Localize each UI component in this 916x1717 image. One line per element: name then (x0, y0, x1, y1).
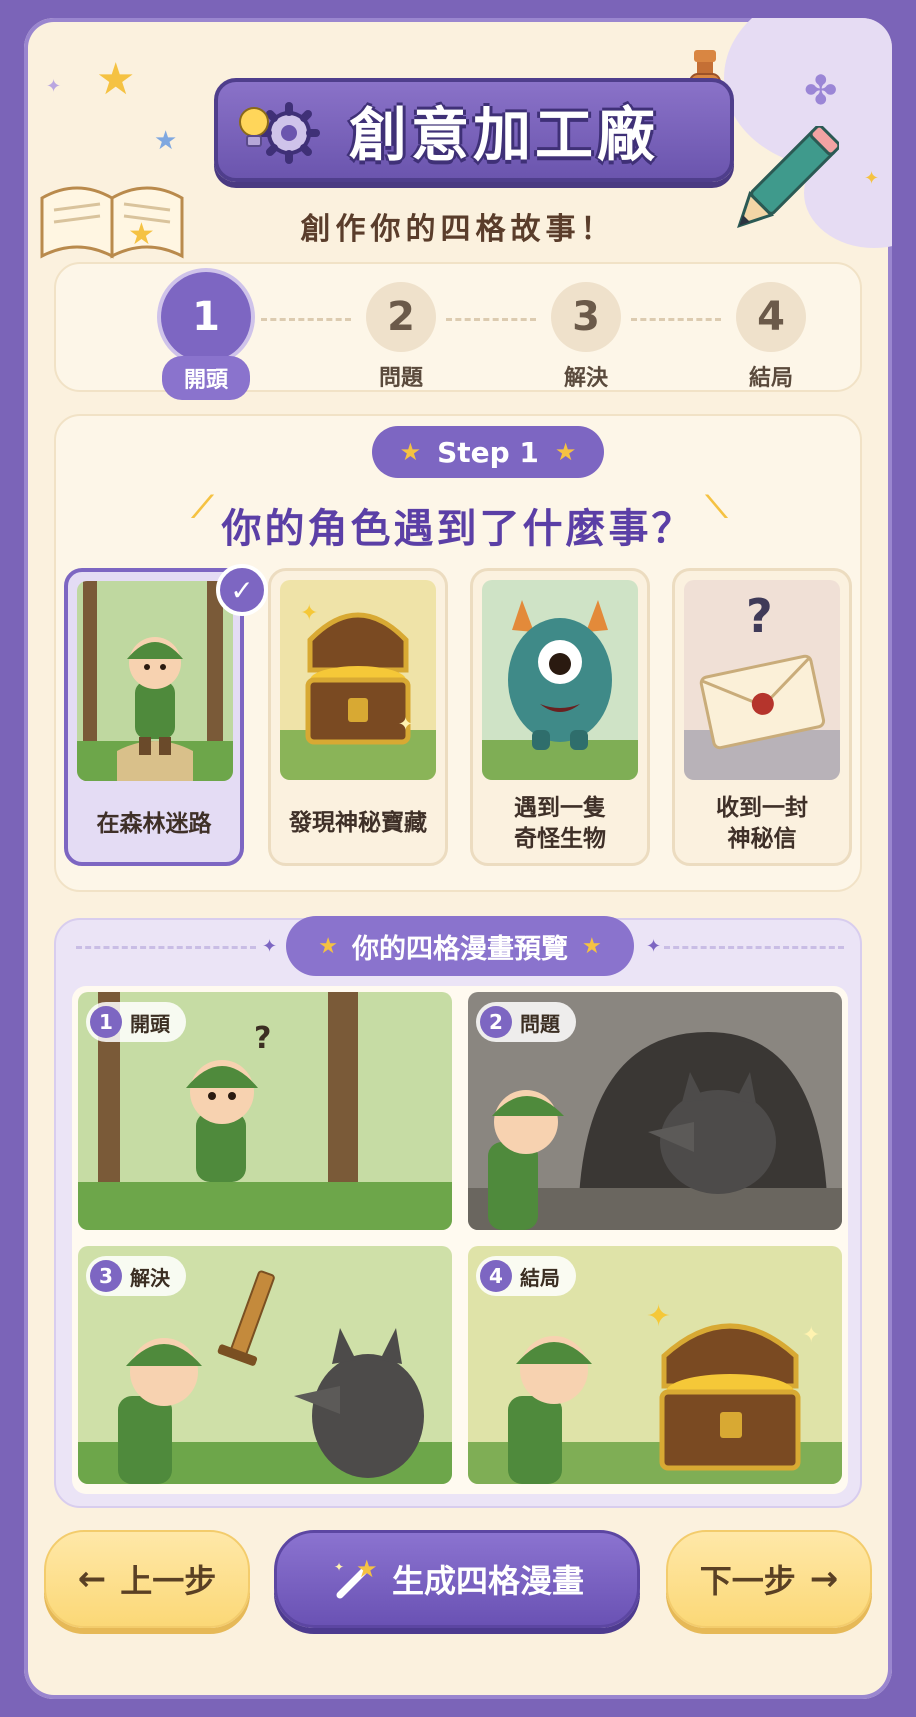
panel-tag: 1 開頭 (86, 1002, 186, 1042)
svg-text:✦: ✦ (802, 1323, 820, 1348)
green-monster-icon (482, 580, 638, 780)
option-treasure[interactable]: ✦ ✦ 發現神秘寶藏 (268, 568, 448, 866)
generate-button-label: 生成四格漫畫 (391, 1562, 584, 1600)
panel-label: 問題 (520, 1011, 560, 1036)
step-4[interactable]: 4 結局 (716, 282, 826, 392)
step-number: 4 (736, 282, 806, 352)
comic-panels: ? 1 開頭 2 問題 3 解決 ✦ ✦ 4 結局 (72, 986, 848, 1494)
panel-tag: 3 解決 (86, 1256, 186, 1296)
header-banner: 創意加工廠 (214, 78, 734, 182)
sparkle-icon: ✦ (864, 168, 880, 189)
option-strange-creature[interactable]: 遇到一隻 奇怪生物 (470, 568, 650, 866)
panel-number: 4 (480, 1260, 512, 1292)
preview-title-text: 你的四格漫畫預覽 (352, 933, 568, 965)
star-icon: ★ (399, 438, 422, 466)
page-subtitle: 創作你的四格故事！ (300, 212, 616, 247)
svg-text:★: ★ (356, 1555, 378, 1583)
arrow-right-icon: → (809, 1559, 839, 1599)
preview-title: ★ 你的四格漫畫預覽 ★ (286, 916, 634, 976)
sparkle-icon: ✦ (646, 936, 662, 957)
step-label: 結局 (748, 366, 793, 391)
comic-panel-3[interactable]: 3 解決 (78, 1246, 452, 1484)
prev-button[interactable]: ← 上一步 (44, 1530, 250, 1628)
comic-preview: ✦ ✦ ★ 你的四格漫畫預覽 ★ ? 1 開頭 2 問題 3 解決 ✦ ✦ 4 … (54, 916, 862, 1508)
prev-button-label: 上一步 (120, 1562, 217, 1600)
arrow-left-icon: ← (77, 1559, 107, 1599)
option-label: 遇到一隻 奇怪生物 (514, 794, 606, 852)
lost-boy-forest-icon (77, 581, 233, 781)
question-text: 你的角色遇到了什麼事？ (221, 506, 695, 552)
treasure-chest-icon: ✦ ✦ (280, 580, 436, 780)
step-label: 解決 (563, 366, 608, 391)
panel-label: 開頭 (130, 1011, 170, 1036)
comic-panel-2[interactable]: 2 問題 (468, 992, 842, 1230)
step-connector (631, 318, 721, 321)
step-connector (446, 318, 536, 321)
option-lost-in-forest[interactable]: 在森林迷路 (64, 568, 244, 866)
next-button-label: 下一步 (699, 1562, 796, 1600)
sealed-letter-icon: ? (684, 580, 840, 780)
option-label: 發現神秘寶藏 (289, 810, 427, 837)
panel-number: 3 (90, 1260, 122, 1292)
check-icon: ✓ (216, 564, 268, 616)
star-icon: ★ (318, 933, 338, 959)
step-label: 問題 (378, 366, 423, 391)
generate-comic-button[interactable]: ★ ✦ 生成四格漫畫 (274, 1530, 640, 1628)
magic-wand-icon: ★ ✦ (334, 1555, 378, 1599)
sparkle-icon: ✦ (46, 76, 62, 97)
svg-text:✦: ✦ (300, 601, 318, 626)
app-frame: ★ ★ ✦ ✦ ✤ ★ 創意加工廠 創作你的四格故事！ 1 開頭 2 問題 3 … (24, 18, 892, 1699)
star-icon: ★ (582, 933, 602, 959)
clover-icon: ✤ (804, 68, 838, 114)
step-label: 開頭 (161, 356, 250, 400)
panel-number: 1 (90, 1006, 122, 1038)
step-3[interactable]: 3 解決 (531, 282, 641, 392)
step-connector (261, 318, 351, 321)
divider (76, 946, 256, 949)
step-number: 2 (366, 282, 436, 352)
panel-label: 解決 (130, 1265, 170, 1290)
svg-text:✦: ✦ (398, 714, 413, 735)
divider (664, 946, 844, 949)
next-button[interactable]: 下一步 → (666, 1530, 872, 1628)
svg-text:✦: ✦ (334, 1560, 344, 1574)
lightbulb-icon (239, 107, 269, 147)
svg-text:✦: ✦ (646, 1299, 671, 1334)
panel-number: 2 (480, 1006, 512, 1038)
star-icon: ★ (154, 126, 178, 156)
panel-tag: 2 問題 (476, 1002, 576, 1042)
step-tag-label: Step 1 (437, 435, 539, 469)
comic-panel-1[interactable]: ? 1 開頭 (78, 992, 452, 1230)
step-number: 1 (161, 272, 251, 362)
option-label: 在森林迷路 (96, 811, 212, 838)
sparkle-icon: ✦ (262, 936, 278, 957)
progress-stepper: 1 開頭 2 問題 3 解決 4 結局 (54, 262, 862, 400)
step-2[interactable]: 2 問題 (346, 282, 456, 392)
svg-text:?: ? (254, 1021, 271, 1056)
question-card: ★ Step 1 ★ ⟋ ⟍ 你的角色遇到了什麼事？ 在森林迷路 ✓ ✦ ✦ 發… (54, 414, 862, 892)
step-1[interactable]: 1 開頭 (151, 272, 261, 400)
star-icon: ★ (554, 438, 577, 466)
option-label: 收到一封 神秘信 (716, 794, 808, 852)
step-tag: ★ Step 1 ★ (372, 426, 604, 478)
panel-tag: 4 結局 (476, 1256, 576, 1296)
option-mystery-letter[interactable]: ? 收到一封 神秘信 (672, 568, 852, 866)
panel-label: 結局 (520, 1265, 560, 1290)
comic-panel-4[interactable]: ✦ ✦ 4 結局 (468, 1246, 842, 1484)
app-title: 創意加工廠 (348, 101, 659, 169)
svg-text:?: ? (746, 589, 773, 643)
star-icon: ★ (96, 54, 136, 105)
step-number: 3 (551, 282, 621, 352)
